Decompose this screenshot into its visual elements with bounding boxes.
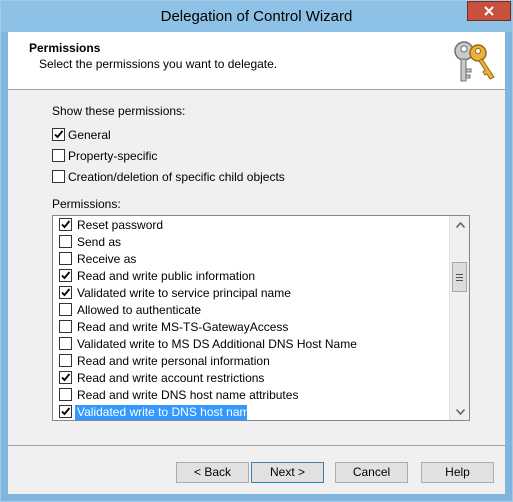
permission-label: Validated write to MS DS Additional DNS … bbox=[77, 337, 357, 351]
wizard-body: Permissions Select the permissions you w… bbox=[8, 32, 505, 494]
permission-label: Validated write to DNS host name bbox=[75, 405, 257, 420]
page-subtitle: Select the permissions you want to deleg… bbox=[39, 57, 278, 71]
permission-label: Read and write MS-TS-GatewayAccess bbox=[77, 320, 289, 334]
wizard-window: Delegation of Control Wizard Permissions… bbox=[0, 0, 513, 502]
permission-checkbox[interactable] bbox=[59, 303, 72, 316]
checkmark-icon bbox=[61, 220, 71, 229]
title-bar[interactable]: Delegation of Control Wizard bbox=[1, 1, 512, 32]
filter-property-specific-label: Property-specific bbox=[68, 149, 158, 163]
permission-checkbox[interactable] bbox=[59, 405, 72, 418]
permission-label: Read and write public information bbox=[77, 269, 256, 283]
permission-item[interactable]: Validated write to MS DS Additional DNS … bbox=[53, 335, 448, 352]
permission-checkbox[interactable] bbox=[59, 320, 72, 333]
permission-item[interactable]: Validated write to service principal nam… bbox=[53, 284, 448, 301]
checkmark-icon bbox=[54, 130, 64, 139]
filter-general-checkbox[interactable] bbox=[52, 128, 65, 141]
filter-child-objects-checkbox[interactable] bbox=[52, 170, 65, 183]
permissions-label: Permissions: bbox=[52, 197, 121, 211]
permission-checkbox[interactable] bbox=[59, 337, 72, 350]
back-button[interactable]: < Back bbox=[176, 462, 249, 483]
permission-label: Allowed to authenticate bbox=[77, 303, 202, 317]
help-button[interactable]: Help bbox=[421, 462, 494, 483]
permission-item-selected[interactable]: Validated write to DNS host name bbox=[53, 403, 448, 420]
permission-checkbox[interactable] bbox=[59, 371, 72, 384]
page-title: Permissions bbox=[29, 41, 101, 55]
permission-checkbox[interactable] bbox=[59, 286, 72, 299]
next-button[interactable]: Next > bbox=[251, 462, 324, 483]
permissions-scrollbar[interactable] bbox=[449, 216, 469, 420]
window-title: Delegation of Control Wizard bbox=[160, 8, 353, 25]
show-permissions-label: Show these permissions: bbox=[52, 104, 186, 118]
permission-item[interactable]: Read and write personal information bbox=[53, 352, 448, 369]
permission-checkbox[interactable] bbox=[59, 354, 72, 367]
cancel-button[interactable]: Cancel bbox=[335, 462, 408, 483]
permission-label: Reset password bbox=[77, 218, 164, 232]
permission-item[interactable]: Send as bbox=[53, 233, 448, 250]
filter-general-label: General bbox=[68, 128, 111, 142]
permission-checkbox[interactable] bbox=[59, 235, 72, 248]
permission-checkbox[interactable] bbox=[59, 252, 72, 265]
permission-label: Receive as bbox=[77, 252, 137, 266]
checkmark-icon bbox=[61, 271, 71, 280]
permission-item[interactable]: Reset password bbox=[53, 216, 448, 233]
permission-item[interactable]: Read and write account restrictions bbox=[53, 369, 448, 386]
permission-label: Validated write to service principal nam… bbox=[77, 286, 291, 300]
permission-checkbox[interactable] bbox=[59, 388, 72, 401]
scroll-up-arrow-icon bbox=[455, 221, 465, 228]
scrollbar-thumb[interactable] bbox=[452, 262, 467, 292]
checkmark-icon bbox=[61, 407, 71, 416]
permission-item[interactable]: Allowed to authenticate bbox=[53, 301, 448, 318]
scroll-down-button[interactable] bbox=[450, 403, 469, 420]
scroll-down-arrow-icon bbox=[455, 408, 465, 415]
permission-item[interactable]: Receive as bbox=[53, 250, 448, 267]
permission-item[interactable]: Read and write MS-TS-GatewayAccess bbox=[53, 318, 448, 335]
filter-property-specific-checkbox[interactable] bbox=[52, 149, 65, 162]
permission-label: Read and write personal information bbox=[77, 354, 270, 368]
keys-icon bbox=[454, 41, 495, 82]
permission-label: Read and write DNS host name attributes bbox=[77, 388, 299, 402]
close-icon bbox=[484, 6, 494, 16]
permissions-list[interactable]: Reset password Send as Receive as Read a… bbox=[52, 215, 470, 421]
permission-label: Send as bbox=[77, 235, 122, 249]
checkmark-icon bbox=[61, 288, 71, 297]
close-button[interactable] bbox=[467, 1, 511, 21]
permission-item[interactable]: Read and write DNS host name attributes bbox=[53, 386, 448, 403]
wizard-header: Permissions Select the permissions you w… bbox=[8, 32, 505, 90]
filter-child-objects-label: Creation/deletion of specific child obje… bbox=[68, 170, 285, 184]
permission-checkbox[interactable] bbox=[59, 269, 72, 282]
permission-label: Read and write account restrictions bbox=[77, 371, 265, 385]
checkmark-icon bbox=[61, 373, 71, 382]
scroll-up-button[interactable] bbox=[450, 216, 469, 233]
footer-divider bbox=[8, 445, 505, 446]
permission-checkbox[interactable] bbox=[59, 218, 72, 231]
permission-item[interactable]: Read and write public information bbox=[53, 267, 448, 284]
